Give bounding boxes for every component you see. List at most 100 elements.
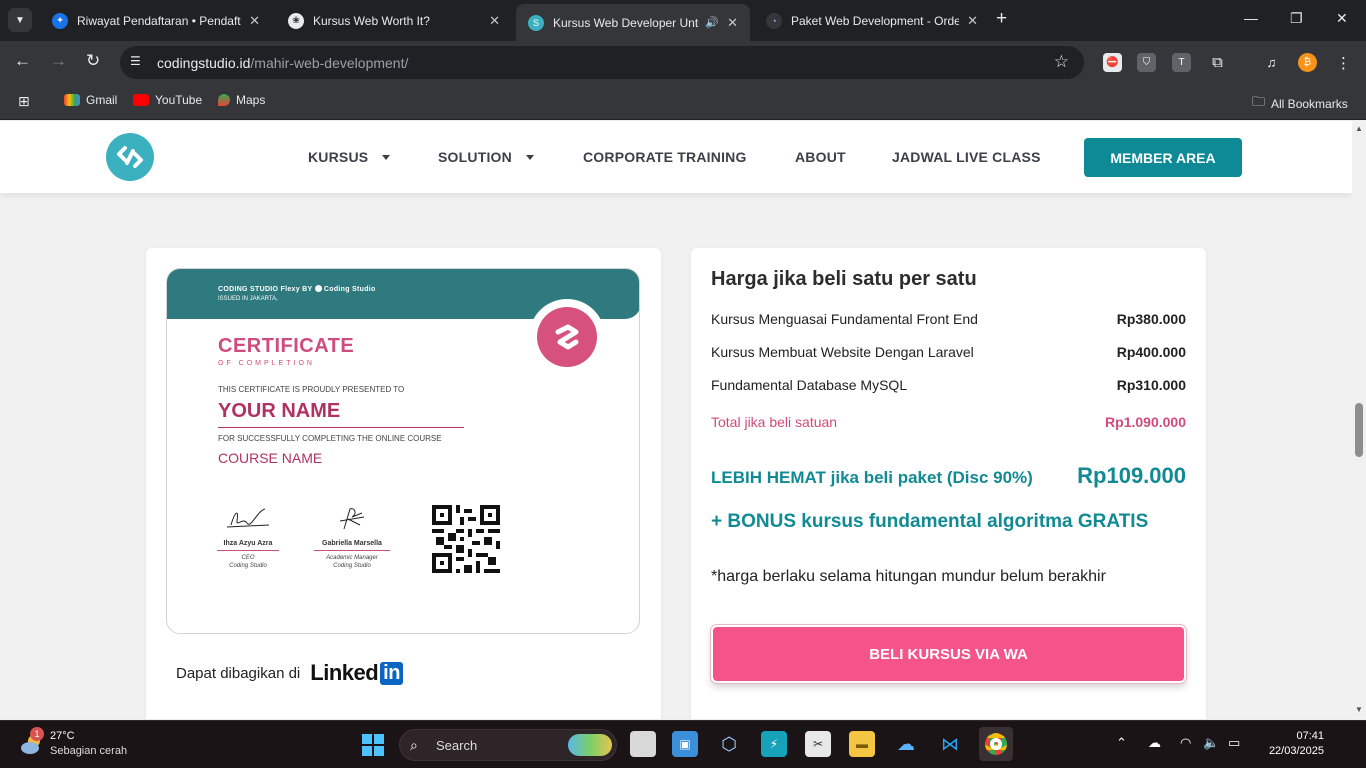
bonus-text: + BONUS kursus fundamental algoritma GRA… [711, 511, 1149, 532]
bookmark-gmail[interactable]: Gmail [64, 93, 117, 107]
price-total-row: Total jika beli satuan Rp1.090.000 [711, 414, 1186, 430]
windows-start-icon[interactable] [362, 734, 384, 756]
price-row: Kursus Menguasai Fundamental Front End Rp… [711, 311, 1186, 327]
tab-title: Paket Web Development - Order [791, 13, 960, 28]
menu-kebab-icon[interactable]: ⋮ [1334, 53, 1353, 72]
nav-kursus[interactable]: KURSUS [308, 149, 391, 165]
forward-button[interactable]: → [50, 51, 67, 71]
certificate-brand: CODING STUDIO Flexy BY Coding Studio [218, 285, 376, 293]
cloud-app-icon[interactable]: ☁ [893, 731, 919, 757]
snipping-tool-icon[interactable]: ✂ [805, 731, 831, 757]
signature-academic-manager: Gabriella Marsella Academic Manager Codi… [314, 505, 390, 570]
youtube-icon [133, 94, 149, 106]
close-icon[interactable]: ✕ [967, 13, 978, 29]
certificate-issued: ISSUED IN JAKARTA, [218, 296, 278, 302]
signature-ceo: Ihza Azyu Azra CEO Coding Studio [217, 505, 279, 570]
nav-about[interactable]: ABOUT [795, 149, 846, 165]
member-area-button[interactable]: MEMBER AREA [1084, 138, 1242, 177]
site-header: KURSUS SOLUTION CORPORATE TRAINING ABOUT… [0, 121, 1352, 193]
chevron-down-icon [525, 155, 534, 160]
extension-adblock-icon[interactable]: ⛔ [1103, 53, 1122, 72]
wifi-icon[interactable]: ◠ [1180, 735, 1191, 751]
browser-toolbar: ← → ↻ ☰ codingstudio.id/mahir-web-develo… [0, 41, 1366, 84]
scrollbar-thumb[interactable] [1355, 403, 1363, 457]
tab-riwayat[interactable]: ✦ Riwayat Pendaftaran • Pendaftaran ✕ [40, 4, 272, 37]
bitcoin-profile-icon[interactable]: ₿ [1298, 53, 1317, 72]
taskbar-search[interactable]: ⌕ Search [399, 729, 617, 761]
vscode-icon[interactable]: ⋈ [937, 731, 963, 757]
pricing-heading: Harga jika beli satu per satu [711, 268, 977, 290]
nav-solution[interactable]: SOLUTION [438, 149, 534, 165]
extension-t-icon[interactable]: T [1172, 53, 1191, 72]
back-button[interactable]: ← [14, 51, 31, 71]
close-icon[interactable]: ✕ [249, 13, 260, 29]
windows-taskbar: 1 27°C Sebagian cerah ⌕ Search ▣ ⬡ ⚡ ✂ ▬… [0, 720, 1366, 768]
system-clock[interactable]: 07:41 22/03/2025 [1258, 729, 1324, 759]
remote-desktop-icon[interactable]: ▣ [672, 731, 698, 757]
certificate-name-underline [218, 427, 464, 428]
nav-jadwal-live-class[interactable]: JADWAL LIVE CLASS [892, 149, 1041, 165]
close-icon[interactable]: ✕ [727, 15, 738, 31]
battery-icon[interactable]: ▭ [1228, 735, 1240, 751]
qr-code-icon [432, 505, 500, 573]
all-bookmarks[interactable]: 🗀 All Bookmarks [1252, 93, 1348, 115]
close-icon[interactable]: ✕ [489, 13, 500, 29]
show-hidden-icons[interactable]: ⌃ [1116, 735, 1127, 751]
url-text[interactable]: codingstudio.id/mahir-web-development/ [157, 55, 408, 71]
restore-button[interactable]: ❐ [1290, 10, 1303, 27]
page-scrollbar[interactable]: ▲ ▼ [1352, 121, 1366, 719]
weather-widget[interactable]: 1 27°C Sebagian cerah [18, 727, 158, 762]
linkedin-logo-icon: Linked in [310, 660, 403, 686]
certificate-course-name: COURSE NAME [218, 450, 323, 466]
certificate-title: CERTIFICATE [218, 335, 355, 357]
bookmark-maps[interactable]: Maps [218, 93, 265, 107]
signature-icon [339, 508, 365, 530]
close-window-button[interactable]: ✕ [1336, 10, 1348, 27]
tab-title: Riwayat Pendaftaran • Pendaftaran [77, 13, 241, 28]
speaker-icon[interactable]: 🔊 [705, 16, 719, 29]
search-icon: ⌕ [410, 737, 418, 753]
scroll-up-icon[interactable]: ▲ [1355, 124, 1363, 133]
onedrive-icon[interactable]: ☁ [1148, 735, 1161, 751]
site-info-icon[interactable]: ☰ [130, 54, 147, 71]
scroll-down-icon[interactable]: ▼ [1355, 705, 1363, 714]
price-row: Kursus Membuat Website Dengan Laravel Rp4… [711, 344, 1186, 360]
chevron-down-icon [382, 155, 391, 160]
bookmark-youtube[interactable]: YouTube [133, 93, 202, 107]
volume-icon[interactable]: 🔈 [1203, 735, 1219, 751]
search-highlight-icon [568, 734, 612, 756]
buy-via-wa-button[interactable]: BELI KURSUS VIA WA [710, 624, 1187, 684]
signature-icon [226, 508, 270, 528]
minimize-button[interactable]: — [1244, 10, 1258, 26]
tab-kursus-web-developer[interactable]: S Kursus Web Developer Untuk Pemula 🔊 ✕ [516, 4, 750, 41]
media-control-icon[interactable]: ♫ [1262, 53, 1281, 72]
new-tab-button[interactable]: + [996, 8, 1007, 30]
virtualbox-icon[interactable]: ⬡ [716, 731, 742, 757]
bolt-app-icon[interactable]: ⚡ [761, 731, 787, 757]
tab-search-button[interactable]: ▼ [8, 8, 32, 32]
bookmark-star-icon[interactable]: ☆ [1054, 52, 1069, 72]
extensions-puzzle-icon[interactable]: ⧉ [1208, 53, 1227, 72]
chrome-icon[interactable] [979, 727, 1013, 761]
certificate-for-text: FOR SUCCESSFULLY COMPLETING THE ONLINE C… [218, 434, 442, 443]
codingstudio-seal-icon [537, 307, 597, 367]
codingstudio-icon: S [528, 14, 544, 31]
nav-corporate-training[interactable]: CORPORATE TRAINING [583, 149, 747, 165]
tab-kursus-worth[interactable]: ❀ Kursus Web Worth It? ✕ [276, 4, 512, 37]
certificate-preview: CODING STUDIO Flexy BY Coding Studio ISS… [166, 268, 640, 634]
reload-button[interactable]: ↻ [86, 51, 100, 71]
globe-icon: ✦ [52, 12, 68, 29]
address-bar[interactable]: ☰ codingstudio.id/mahir-web-development/… [120, 46, 1084, 79]
apps-grid-icon[interactable]: ⊞ [18, 93, 30, 110]
tab-paket-web[interactable]: ◔ Paket Web Development - Order ✕ [754, 4, 990, 37]
tab-title: Kursus Web Worth It? [313, 13, 430, 28]
price-note: *harga berlaku selama hitungan mundur be… [711, 568, 1106, 585]
task-view-icon[interactable] [630, 731, 656, 757]
codingstudio-logo[interactable] [106, 133, 154, 181]
file-explorer-icon[interactable]: ▬ [849, 731, 875, 757]
extension-shield-icon[interactable]: ⛉ [1137, 53, 1156, 72]
certificate-presented: THIS CERTIFICATE IS PROUDLY PRESENTED TO [218, 385, 405, 394]
codingstudio-mini-icon [314, 285, 322, 292]
certificate-seal [529, 299, 605, 375]
tab-title: Kursus Web Developer Untuk Pemula [553, 15, 699, 30]
